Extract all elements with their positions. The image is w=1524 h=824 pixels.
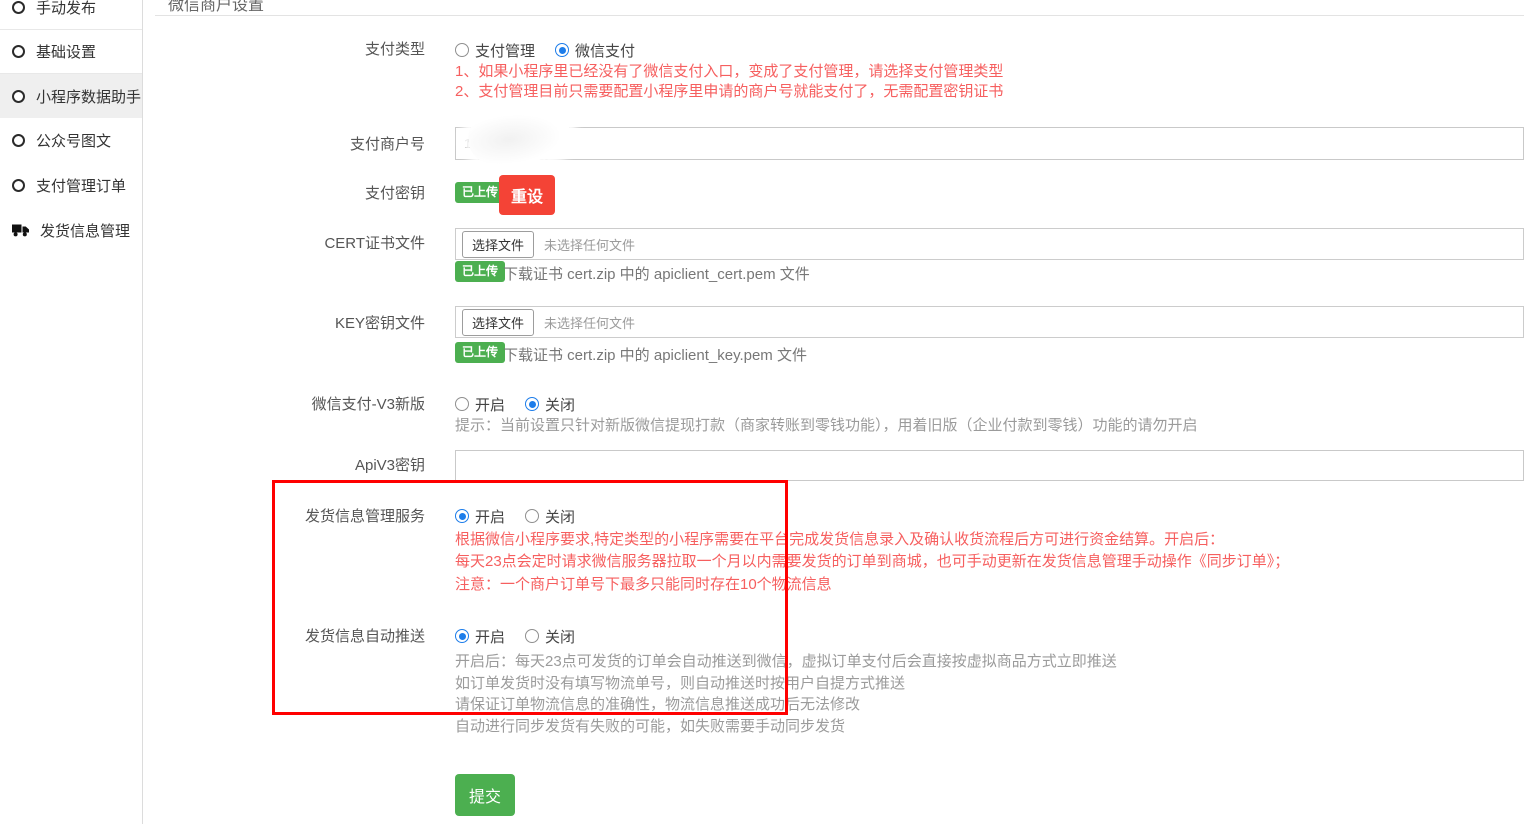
circle-icon bbox=[12, 90, 25, 103]
radio-option-shipping-service-off[interactable]: 关闭 bbox=[525, 506, 575, 527]
radio-icon[interactable] bbox=[455, 629, 469, 643]
pay-type-label: 支付类型 bbox=[143, 40, 425, 60]
page-title: 微信商户设置 bbox=[168, 0, 264, 15]
v3-label: 微信支付-V3新版 bbox=[143, 395, 425, 415]
sidebar-item-label: 支付管理订单 bbox=[36, 175, 126, 196]
key-file-label: KEY密钥文件 bbox=[143, 314, 425, 334]
sidebar-item-manual-publish[interactable]: 手动发布 bbox=[0, 0, 142, 30]
radio-option-label: 微信支付 bbox=[575, 40, 635, 61]
wechat-merchant-settings-page: 手动发布 基础设置 小程序数据助手 公众号图文 支付管理订单 bbox=[0, 0, 1524, 824]
sidebar-item-official-account-articles[interactable]: 公众号图文 bbox=[0, 118, 142, 162]
sidebar-item-basic-settings[interactable]: 基础设置 bbox=[0, 30, 142, 74]
uploaded-badge: 已上传 bbox=[455, 182, 505, 203]
sidebar: 手动发布 基础设置 小程序数据助手 公众号图文 支付管理订单 bbox=[0, 0, 143, 824]
sidebar-item-label: 公众号图文 bbox=[36, 130, 111, 151]
cert-file-label: CERT证书文件 bbox=[143, 234, 425, 254]
pay-key-label: 支付密钥 bbox=[143, 184, 425, 204]
apiv3-key-label: ApiV3密钥 bbox=[143, 456, 425, 476]
radio-icon[interactable] bbox=[555, 43, 569, 57]
radio-option-label: 关闭 bbox=[545, 394, 575, 415]
pay-type-radio-group: 支付管理 微信支付 bbox=[455, 40, 635, 60]
shipping-service-label: 发货信息管理服务 bbox=[143, 507, 425, 527]
choose-file-button[interactable]: 选择文件 bbox=[462, 309, 534, 336]
shipping-push-hint-2: 如订单发货时没有填写物流单号，则自动推送时按用户自提方式推送 bbox=[455, 673, 1117, 695]
circle-icon bbox=[12, 134, 25, 147]
radio-option-shipping-push-off[interactable]: 关闭 bbox=[525, 626, 575, 647]
choose-file-button[interactable]: 选择文件 bbox=[462, 231, 534, 258]
truck-icon bbox=[12, 223, 29, 237]
sidebar-item-miniprogram-data-assistant[interactable]: 小程序数据助手 bbox=[0, 74, 142, 118]
merchant-id-label: 支付商户号 bbox=[143, 135, 425, 155]
sidebar-item-label: 小程序数据助手 bbox=[36, 86, 141, 107]
cert-file-input[interactable]: 选择文件 未选择任何文件 bbox=[455, 228, 1524, 260]
radio-option-label: 开启 bbox=[475, 394, 505, 415]
radio-icon[interactable] bbox=[455, 509, 469, 523]
radio-option-label: 开启 bbox=[475, 506, 505, 527]
v3-hint: 提示：当前设置只针对新版微信提现打款（商家转账到零钱功能），用着旧版（企业付款到… bbox=[455, 416, 1198, 436]
pay-type-hint-1: 1、如果小程序里已经没有了微信支付入口，变成了支付管理，请选择支付管理类型 bbox=[455, 62, 1003, 82]
sidebar-item-shipping-info[interactable]: 发货信息管理 bbox=[0, 208, 142, 252]
radio-option-v3-off[interactable]: 关闭 bbox=[525, 394, 575, 415]
radio-icon[interactable] bbox=[455, 397, 469, 411]
no-file-text: 未选择任何文件 bbox=[544, 235, 635, 254]
v3-radio-group: 开启 关闭 bbox=[455, 394, 575, 414]
merchant-id-input[interactable] bbox=[455, 127, 1524, 160]
radio-option-label: 开启 bbox=[475, 626, 505, 647]
radio-icon[interactable] bbox=[525, 509, 539, 523]
no-file-text: 未选择任何文件 bbox=[544, 313, 635, 332]
sidebar-item-label: 基础设置 bbox=[36, 41, 96, 62]
shipping-service-hint-3: 注意：一个商户订单号下最多只能同时存在10个物流信息 bbox=[455, 574, 1289, 596]
apiv3-key-input[interactable] bbox=[455, 450, 1524, 481]
shipping-push-hint-4: 自动进行同步发货有失败的可能，如失败需要手动同步发货 bbox=[455, 716, 1117, 738]
circle-icon bbox=[12, 179, 25, 192]
cert-file-hint: 下载证书 cert.zip 中的 apiclient_cert.pem 文件 bbox=[503, 263, 810, 284]
shipping-service-hint-2: 每天23点会定时请求微信服务器拉取一个月以内需要发货的订单到商城，也可手动更新在… bbox=[455, 551, 1289, 573]
radio-icon[interactable] bbox=[525, 397, 539, 411]
pay-type-hint-2: 2、支付管理目前只需要配置小程序里申请的商户号就能支付了，无需配置密钥证书 bbox=[455, 82, 1003, 102]
radio-option-shipping-push-on[interactable]: 开启 bbox=[455, 626, 505, 647]
shipping-service-hint-1: 根据微信小程序要求,特定类型的小程序需要在平台完成发货信息录入及确认收货流程后方… bbox=[455, 529, 1289, 551]
shipping-push-radio-group: 开启 关闭 bbox=[455, 626, 575, 646]
sidebar-item-label: 手动发布 bbox=[36, 0, 96, 18]
main-content: 微信商户设置 支付类型 支付管理 微信支付 1、如果小程序里已经没有了微信支付入… bbox=[143, 0, 1524, 824]
shipping-push-hint-3: 请保证订单物流信息的准确性，物流信息推送成功后无法修改 bbox=[455, 694, 1117, 716]
key-file-hint: 下载证书 cert.zip 中的 apiclient_key.pem 文件 bbox=[503, 344, 807, 365]
radio-option-wechat-pay[interactable]: 微信支付 bbox=[555, 40, 635, 61]
radio-option-label: 支付管理 bbox=[475, 40, 535, 61]
key-file-input[interactable]: 选择文件 未选择任何文件 bbox=[455, 306, 1524, 338]
radio-option-pay-management[interactable]: 支付管理 bbox=[455, 40, 535, 61]
reset-key-button[interactable]: 重设 bbox=[499, 175, 555, 215]
sidebar-item-label: 发货信息管理 bbox=[40, 220, 130, 241]
sidebar-item-payment-orders[interactable]: 支付管理订单 bbox=[0, 163, 142, 207]
radio-option-shipping-service-on[interactable]: 开启 bbox=[455, 506, 505, 527]
shipping-push-hint-1: 开启后：每天23点可发货的订单会自动推送到微信，虚拟订单支付后会直接按虚拟商品方… bbox=[455, 651, 1117, 673]
shipping-push-hints: 开启后：每天23点可发货的订单会自动推送到微信，虚拟订单支付后会直接按虚拟商品方… bbox=[455, 651, 1117, 737]
radio-option-label: 关闭 bbox=[545, 626, 575, 647]
shipping-push-label: 发货信息自动推送 bbox=[143, 627, 425, 647]
uploaded-badge: 已上传 bbox=[455, 342, 505, 363]
submit-button[interactable]: 提交 bbox=[455, 774, 515, 816]
shipping-service-hints: 根据微信小程序要求,特定类型的小程序需要在平台完成发货信息录入及确认收货流程后方… bbox=[455, 529, 1289, 596]
uploaded-badge: 已上传 bbox=[455, 261, 505, 282]
shipping-service-radio-group: 开启 关闭 bbox=[455, 506, 575, 526]
radio-option-v3-on[interactable]: 开启 bbox=[455, 394, 505, 415]
radio-option-label: 关闭 bbox=[545, 506, 575, 527]
circle-icon bbox=[12, 45, 25, 58]
radio-icon[interactable] bbox=[455, 43, 469, 57]
circle-icon bbox=[12, 1, 25, 14]
title-divider bbox=[155, 15, 1524, 16]
radio-icon[interactable] bbox=[525, 629, 539, 643]
